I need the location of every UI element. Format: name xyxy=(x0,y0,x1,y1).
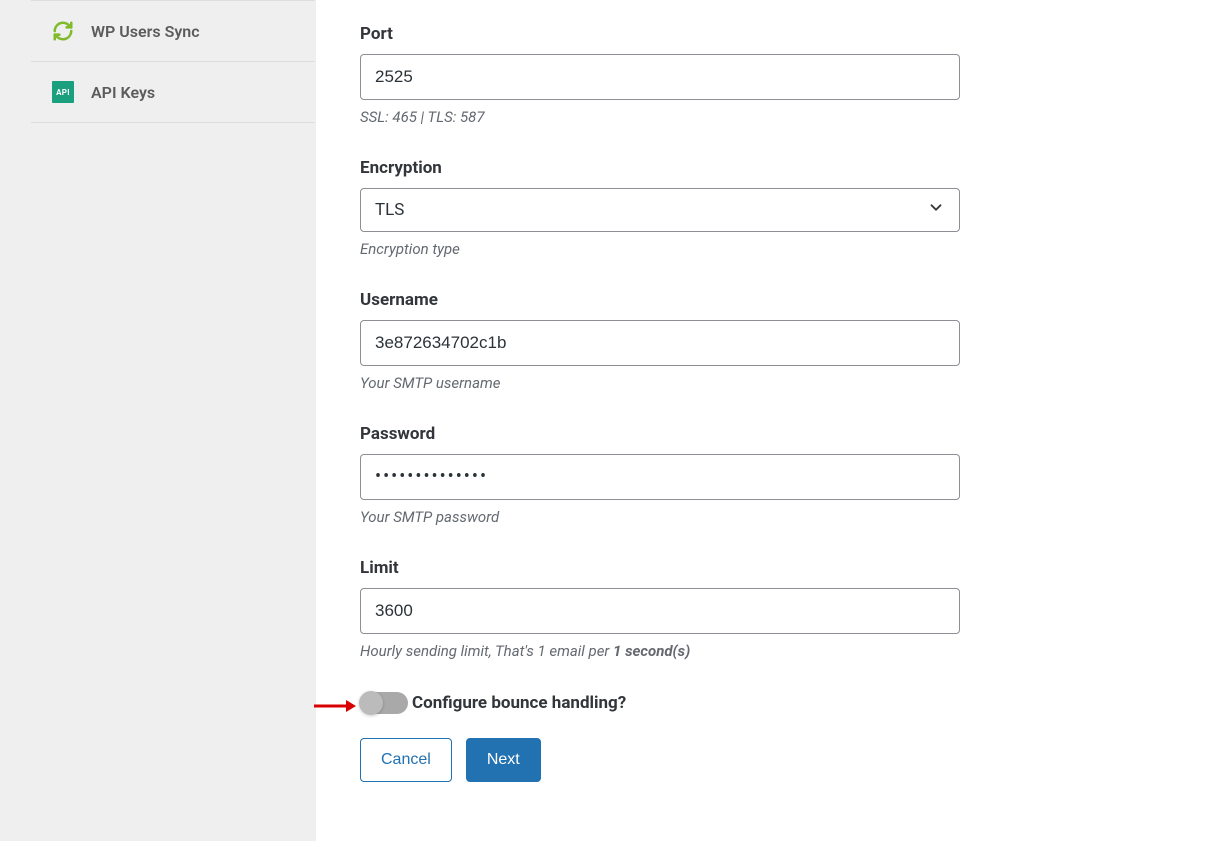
encryption-label: Encryption xyxy=(360,158,1171,178)
sidebar-item-label: API Keys xyxy=(91,83,155,102)
limit-input[interactable] xyxy=(360,588,960,634)
form-group-username: Username Your SMTP username xyxy=(360,290,1171,392)
username-input[interactable] xyxy=(360,320,960,366)
bounce-toggle-label: Configure bounce handling? xyxy=(412,693,626,713)
password-label: Password xyxy=(360,424,1171,444)
bounce-toggle-row: Configure bounce handling? xyxy=(360,692,1171,714)
limit-help: Hourly sending limit, That's 1 email per… xyxy=(360,642,1171,660)
chevron-down-icon xyxy=(927,199,945,222)
encryption-select[interactable]: TLS xyxy=(360,188,960,232)
form-group-limit: Limit Hourly sending limit, That's 1 ema… xyxy=(360,558,1171,660)
sidebar: WP Users Sync API API Keys xyxy=(0,0,315,841)
api-icon: API xyxy=(51,80,75,104)
password-input[interactable]: •••••••••••••• xyxy=(360,454,960,500)
encryption-help: Encryption type xyxy=(360,240,1171,258)
port-label: Port xyxy=(360,24,1171,44)
form-group-port: Port SSL: 465 | TLS: 587 xyxy=(360,24,1171,126)
main-content: Port SSL: 465 | TLS: 587 Encryption TLS … xyxy=(315,0,1211,841)
cancel-button[interactable]: Cancel xyxy=(360,738,452,782)
red-arrow-icon xyxy=(312,696,356,720)
username-label: Username xyxy=(360,290,1171,310)
username-help: Your SMTP username xyxy=(360,374,1171,392)
password-help: Your SMTP password xyxy=(360,508,1171,526)
port-help: SSL: 465 | TLS: 587 xyxy=(360,108,1171,126)
sidebar-item-wp-users-sync[interactable]: WP Users Sync xyxy=(31,0,315,62)
limit-label: Limit xyxy=(360,558,1171,578)
toggle-knob xyxy=(359,691,383,715)
form-group-password: Password •••••••••••••• Your SMTP passwo… xyxy=(360,424,1171,526)
next-button[interactable]: Next xyxy=(466,738,541,782)
sidebar-item-label: WP Users Sync xyxy=(91,22,200,41)
refresh-icon xyxy=(51,19,75,43)
encryption-value: TLS xyxy=(375,200,404,220)
port-input[interactable] xyxy=(360,54,960,100)
sidebar-item-api-keys[interactable]: API API Keys xyxy=(31,62,315,123)
form-group-encryption: Encryption TLS Encryption type xyxy=(360,158,1171,258)
bounce-toggle[interactable] xyxy=(360,692,408,714)
button-row: Cancel Next xyxy=(360,738,1171,782)
